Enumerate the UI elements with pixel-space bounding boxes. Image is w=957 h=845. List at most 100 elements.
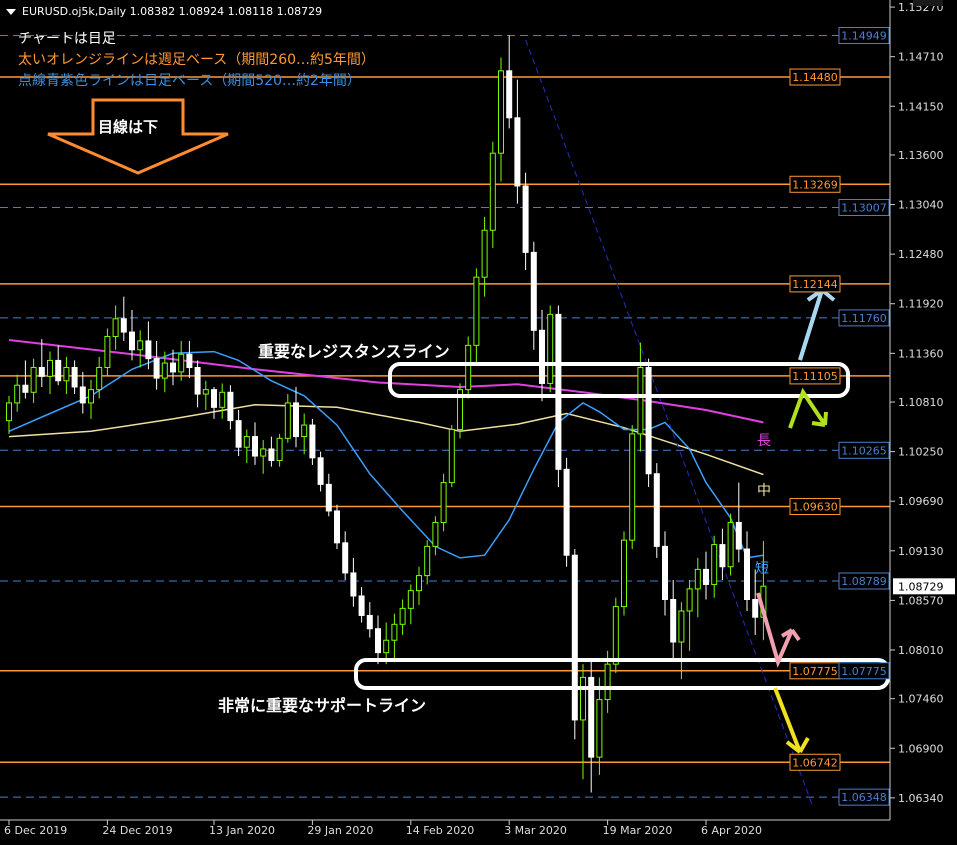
- candle-body: [219, 391, 226, 408]
- candle-body: [391, 623, 398, 641]
- candle-body: [522, 185, 529, 253]
- orange-level-label: 1.11105: [789, 367, 841, 385]
- blue-level-label: 1.06348: [838, 788, 890, 806]
- candle-body: [268, 448, 275, 461]
- candle-body: [719, 544, 726, 568]
- candle-body: [211, 389, 217, 408]
- candle-body: [317, 457, 324, 485]
- blue-level-label: 1.14949: [838, 27, 890, 45]
- candle-body: [153, 358, 160, 379]
- current-price-label: 1.08729: [898, 580, 944, 593]
- candle-body: [580, 676, 586, 721]
- level-label-text: 1.13269: [792, 178, 838, 191]
- candle-body: [399, 607, 406, 625]
- candle-body: [112, 318, 119, 338]
- ma-mid-label: 中: [757, 483, 771, 499]
- time-tick-label: 6 Dec 2019: [4, 824, 67, 837]
- candle-body: [744, 548, 750, 601]
- candle-body: [358, 595, 365, 616]
- candle-body: [416, 575, 422, 592]
- breakdown-arrow-icon: [773, 687, 810, 754]
- symbol-ohlc-line: EURUSD.oj5k,Daily 1.08382 1.08924 1.0811…: [22, 5, 323, 18]
- price-tick-label: 1.11920: [898, 298, 944, 311]
- level-label-text: 1.14949: [841, 30, 887, 43]
- price-tick-label: 1.10810: [898, 396, 944, 409]
- ma-long-label: 長: [757, 433, 771, 449]
- candle-body: [637, 366, 644, 435]
- candle-body: [727, 521, 734, 568]
- price-tick-label: 1.11360: [898, 347, 944, 360]
- resistance-callout: 重要なレジスタンスライン: [258, 342, 450, 361]
- candle-body: [325, 483, 332, 512]
- level-label-text: 1.11760: [841, 312, 887, 325]
- candle-body: [383, 639, 390, 654]
- price-tick-label: 1.14150: [898, 100, 944, 113]
- candle-body: [334, 510, 340, 544]
- down-arrow-label: 目線は下: [98, 118, 159, 136]
- orange-level-label: 1.09630: [789, 498, 841, 516]
- time-tick-label: 14 Feb 2020: [406, 824, 474, 837]
- candle-body: [694, 568, 701, 590]
- support-callout: 非常に重要なサポートライン: [218, 696, 427, 715]
- note-orange-lines: 太いオレンジラインは週足ベース（期間260…約5年間）: [18, 52, 375, 68]
- candle-body: [432, 521, 439, 547]
- level-label-text: 1.06348: [841, 791, 887, 804]
- candle-body: [735, 521, 742, 550]
- candle-body: [547, 313, 554, 384]
- candle-body: [530, 251, 537, 331]
- price-tick-label: 1.06900: [898, 742, 944, 755]
- candle-body: [104, 336, 111, 368]
- candle-body: [88, 389, 94, 404]
- price-tick-label: 1.08570: [898, 594, 944, 607]
- candle-body: [243, 436, 250, 448]
- price-tick-label: 1.09130: [898, 545, 944, 558]
- candle-body: [145, 340, 152, 360]
- candle-body: [120, 318, 127, 333]
- level-label-text: 1.11105: [792, 370, 838, 383]
- candle-body: [63, 366, 70, 382]
- collapse-triangle-icon[interactable]: [6, 9, 16, 15]
- candle-body: [629, 433, 636, 541]
- candle-body: [514, 117, 521, 187]
- candle-body: [129, 331, 135, 351]
- candle-body: [686, 588, 693, 612]
- candle-body: [6, 402, 12, 422]
- candle-body: [301, 424, 308, 438]
- candle-body: [14, 384, 21, 404]
- candle-body: [293, 402, 299, 438]
- price-tick-label: 1.13600: [898, 149, 944, 162]
- candle-body: [309, 424, 316, 459]
- blue-level-label: 1.13007: [838, 198, 890, 216]
- candle-body: [711, 544, 718, 585]
- blue-level-label: 1.08789: [838, 572, 890, 590]
- candle-body: [645, 366, 652, 475]
- note-blue-lines: 点線青紫色ラインは日足ベース（期間520…約2年間）: [18, 73, 361, 89]
- candle-body: [38, 366, 45, 377]
- candle-body: [489, 152, 496, 231]
- candle-body: [407, 590, 414, 609]
- blue-level-label: 1.07775: [838, 662, 890, 680]
- level-label-text: 1.06742: [792, 756, 838, 769]
- candle-body: [227, 391, 234, 422]
- candle-body: [22, 384, 29, 393]
- candle-body: [596, 699, 603, 758]
- window-corner: [913, 0, 943, 6]
- candle-body: [30, 366, 37, 393]
- candle-body: [366, 614, 373, 630]
- candle-body: [202, 389, 209, 395]
- candle-body: [670, 599, 677, 643]
- candle-body: [55, 359, 62, 382]
- candle-body: [621, 539, 627, 608]
- price-tick-label: 1.06340: [898, 792, 944, 805]
- time-tick-label: 29 Jan 2020: [307, 824, 373, 837]
- note-timeframe: チャートは日足: [18, 31, 116, 47]
- candle-body: [161, 362, 168, 379]
- annotations-overlay: 1.14480 1.13269 1.12144 1.11105 1.09630 1.077…: [47, 27, 890, 806]
- candle-body: [178, 353, 185, 373]
- candle-body: [465, 344, 472, 391]
- candle-body: [186, 353, 193, 368]
- candle-body: [276, 437, 283, 461]
- time-axis: 6 Dec 2019 24 Dec 2019 13 Jan 2020 29 Jan 2…: [0, 819, 890, 837]
- ma-short-label: 短: [755, 561, 769, 577]
- candle-body: [604, 663, 611, 701]
